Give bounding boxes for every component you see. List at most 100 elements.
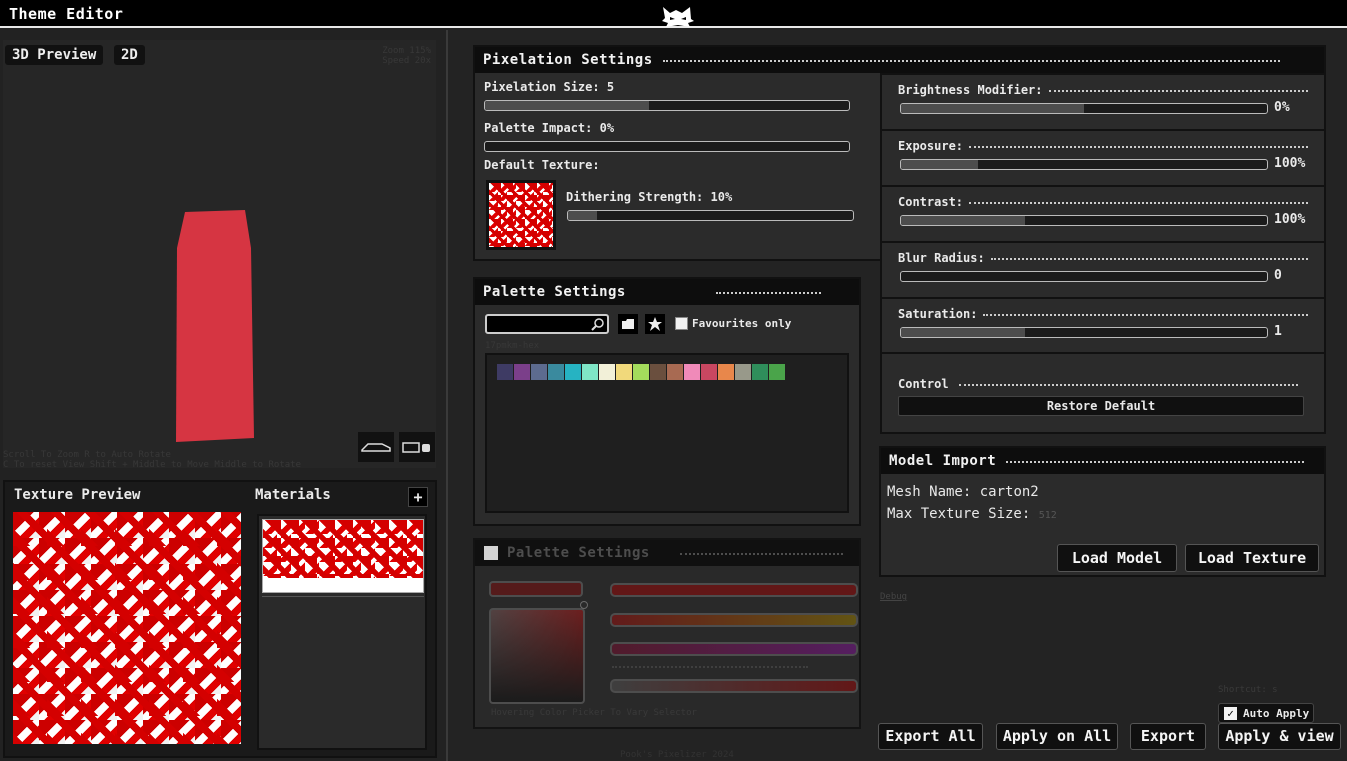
palette-swatch[interactable] [701,364,717,380]
export-button[interactable]: Export [1130,723,1206,750]
model-import-panel: Model Import Mesh Name: carton2 Max Text… [879,446,1326,577]
dithering-value: 10% [710,190,733,204]
adjustment-slider[interactable] [900,159,1268,170]
palette-swatch[interactable] [548,364,564,380]
palette-grid [485,353,849,513]
3d-viewport[interactable]: Zoom 115% Speed 20x Scroll To Zoom R to … [3,40,436,470]
camera-icon [402,442,430,453]
alpha-slider[interactable] [610,679,858,693]
palette-swatch[interactable] [667,364,683,380]
dithering-label: Dithering Strength: 10% [566,190,733,204]
star-icon [648,317,662,331]
apply-and-view-button[interactable]: Apply & view [1218,723,1341,750]
adjustment-value: 0 [1274,268,1282,283]
default-texture-thumbnail[interactable] [486,180,556,250]
apply-on-all-button[interactable]: Apply on All [996,723,1118,750]
tab-3d-preview[interactable]: 3D Preview [5,45,104,65]
cat-logo-icon [662,7,694,27]
adjustment-value: 1 [1274,324,1282,339]
adjustment-label: Contrast: [898,195,964,209]
palette-swatch[interactable] [684,364,700,380]
palette-editor-hint: Hovering Color Picker To Vary Selector [491,708,697,718]
palette-swatch[interactable] [616,364,632,380]
add-material-button[interactable]: + [408,487,428,507]
default-texture-label: Default Texture: [484,158,600,172]
adjustment-value: 100% [1274,212,1306,227]
palette-swatch[interactable] [718,364,734,380]
value-slider[interactable] [610,642,858,656]
material-item[interactable] [262,519,424,593]
adjustment-value: 100% [1274,156,1306,171]
color-picker-handle[interactable] [580,601,588,609]
palette-name: 17pmkm-hex [485,341,540,351]
max-texture-value: 512 [1038,510,1057,521]
adjustment-slider[interactable] [900,215,1268,226]
palette-swatch[interactable] [531,364,547,380]
palette-swatch[interactable] [565,364,581,380]
adjustment-row: Blur Radius: 0 [880,241,1326,297]
palette-swatch[interactable] [769,364,785,380]
dithering-slider[interactable] [567,210,854,221]
texture-materials-panel: Texture Preview Materials + [3,480,437,758]
folder-button[interactable] [618,314,638,334]
control-panel: Control Restore Default [880,352,1326,434]
palette-search-input[interactable] [485,314,609,334]
control-title: Control [898,377,949,391]
pixelation-title: Pixelation Settings [483,52,653,68]
color-preview-bar[interactable] [489,581,583,597]
palette-swatch[interactable] [497,364,513,380]
shortcut-label: Shortcut: s [1218,685,1278,695]
palette-swatch[interactable] [582,364,598,380]
search-icon [591,318,604,331]
texture-preview-title: Texture Preview [14,487,141,503]
color-picker-square[interactable] [489,608,585,704]
model-import-title: Model Import [889,453,997,469]
pixelation-header: Pixelation Settings [475,47,1324,73]
favourites-checkbox[interactable] [675,317,688,330]
debug-link[interactable]: Debug [880,592,907,602]
adjustment-slider[interactable] [900,327,1268,338]
load-model-button[interactable]: Load Model [1057,544,1177,572]
palette-swatch[interactable] [650,364,666,380]
palette-swatches [497,364,786,383]
adjustment-row: Saturation: 1 [880,297,1326,353]
palette-editor-panel: Palette Settings Hovering Color Picker T… [473,538,861,729]
car-icon [361,443,391,452]
palette-swatch[interactable] [599,364,615,380]
adjustment-slider[interactable] [900,103,1268,114]
palette-swatch[interactable] [735,364,751,380]
material-thumbnail [263,520,423,578]
folder-icon [622,319,634,329]
materials-title: Materials [255,487,331,503]
favourite-button[interactable] [645,314,665,334]
export-all-button[interactable]: Export All [878,723,983,750]
camera-reset-button[interactable] [358,432,394,462]
adjustment-row: Exposure: 100% [880,129,1326,185]
palette-swatch[interactable] [514,364,530,380]
credit-text: Pook's Pixelizer 2024 [620,750,734,760]
palette-impact-value: 0% [599,121,615,135]
camera-mode-button[interactable] [399,432,435,462]
adjustment-row: Brightness Modifier: 0% [880,73,1326,129]
palette-editor-checkbox[interactable] [484,546,498,560]
tab-2d[interactable]: 2D [114,45,145,65]
saturation-slider[interactable] [610,613,858,627]
palette-impact-label: Palette Impact: 0% [484,121,615,135]
zoom-readout: Zoom 115% [382,46,431,56]
adjustment-slider[interactable] [900,271,1268,282]
texture-preview-image [13,512,241,744]
pixelation-size-slider[interactable] [484,100,850,111]
load-texture-button[interactable]: Load Texture [1185,544,1319,572]
app-title: Theme Editor [9,5,124,23]
palette-swatch[interactable] [633,364,649,380]
viewport-hint-2: C To reset View Shift + Middle to Move M… [3,460,302,470]
title-bar: Theme Editor [0,0,1347,28]
restore-default-button[interactable]: Restore Default [898,396,1304,416]
palette-swatch[interactable] [752,364,768,380]
palette-impact-slider[interactable] [484,141,850,152]
hue-slider[interactable] [610,583,858,597]
pixelation-size-label: Pixelation Size: 5 [484,80,615,94]
palette-title: Palette Settings [483,284,626,300]
auto-apply-label: Auto Apply [1243,707,1310,720]
auto-apply-toggle[interactable]: ✓ Auto Apply [1218,703,1314,723]
